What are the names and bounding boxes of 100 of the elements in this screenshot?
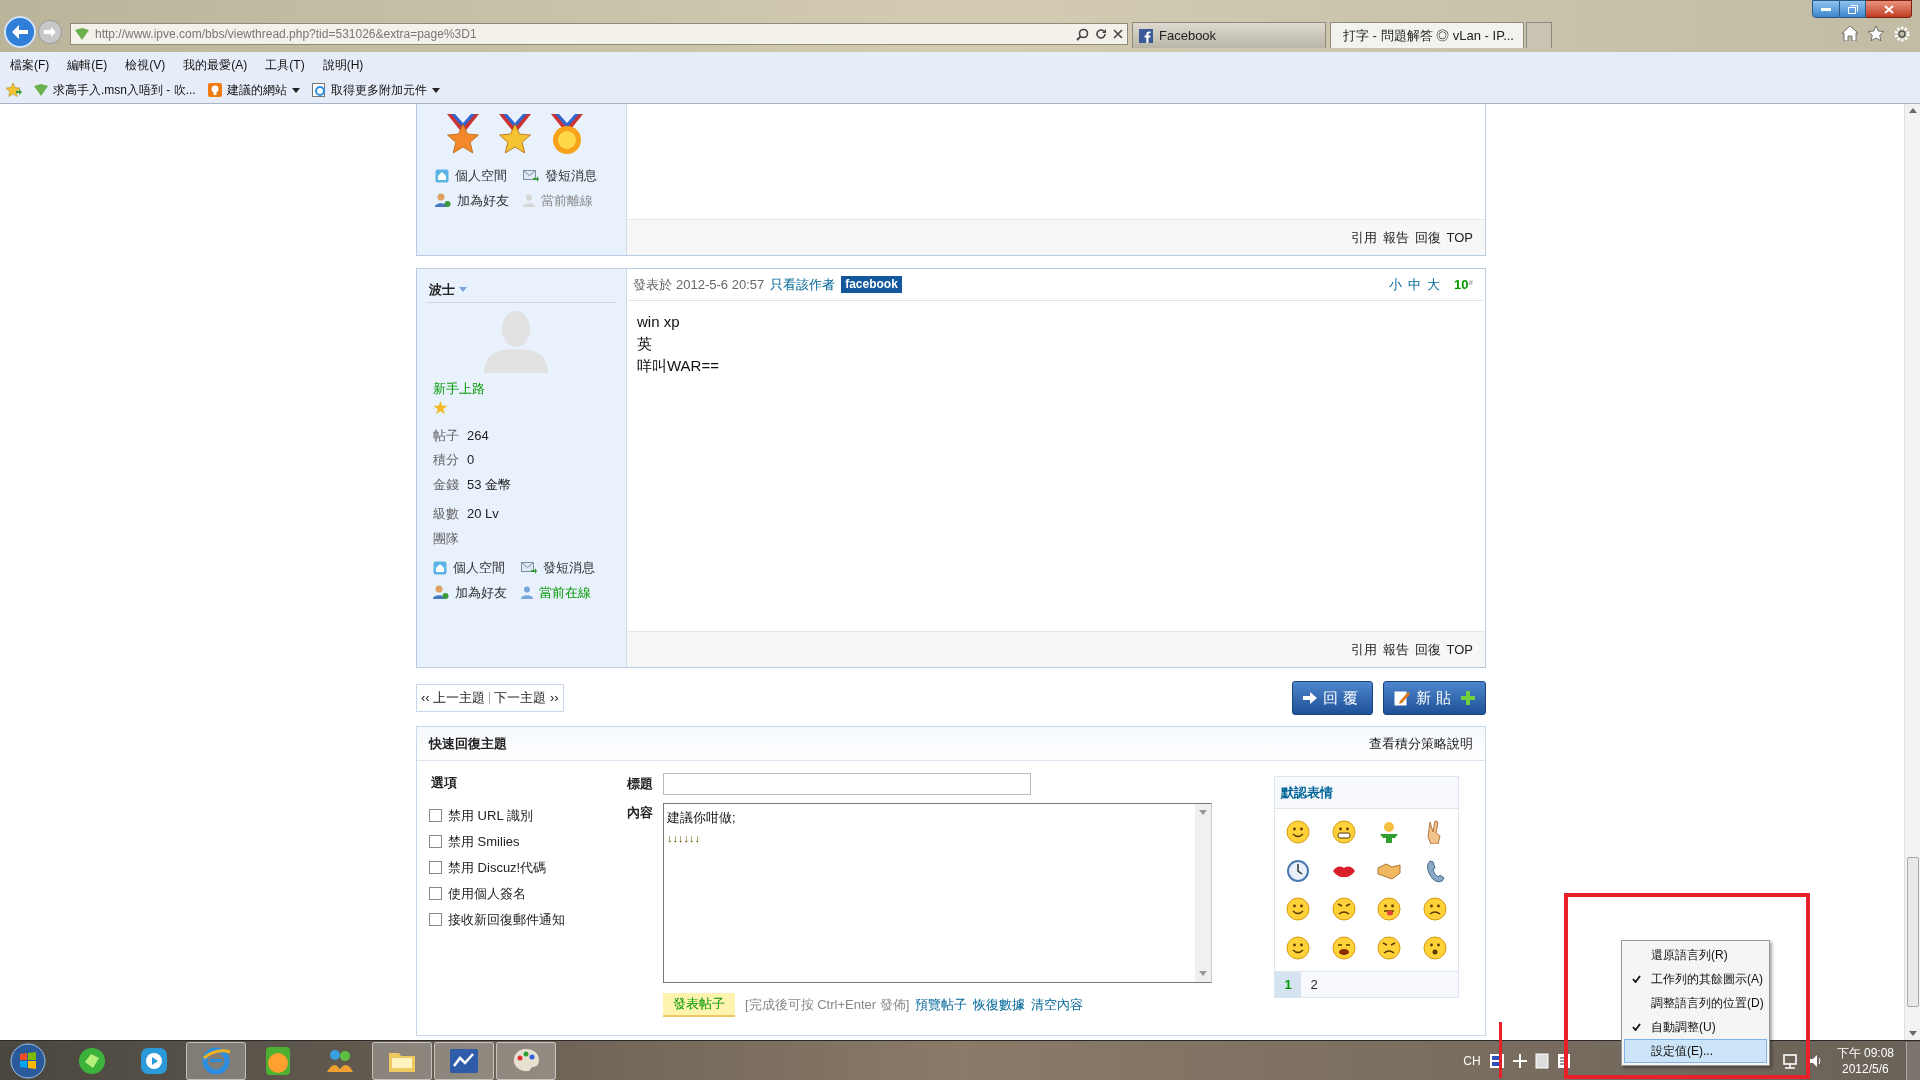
stat-label: 級數 bbox=[433, 505, 459, 523]
new-post-button[interactable]: 新貼 bbox=[1383, 681, 1486, 715]
content-field[interactable]: 建議你咁做; ↓↓↓↓↓↓ bbox=[663, 803, 1212, 983]
back-button[interactable] bbox=[4, 16, 36, 48]
scroll-thumb[interactable] bbox=[1906, 857, 1919, 1007]
submit-button[interactable]: 發表帖子 bbox=[663, 993, 735, 1017]
settings-icon[interactable] bbox=[1894, 26, 1910, 42]
context-menu-item[interactable]: 工作列的其餘圖示(A) bbox=[1624, 967, 1767, 991]
context-menu-item[interactable]: 自動調整(U) bbox=[1624, 1015, 1767, 1039]
font-size-link[interactable]: 大 bbox=[1427, 274, 1441, 295]
checkbox[interactable] bbox=[429, 887, 442, 900]
options-title: 選項 bbox=[430, 774, 458, 792]
plus-mark-icon[interactable] bbox=[1512, 1053, 1527, 1068]
next-thread-link[interactable]: 下一主題 ›› bbox=[494, 688, 559, 708]
smilies-title: 默認表情 bbox=[1281, 783, 1333, 802]
search-icon[interactable] bbox=[1076, 27, 1089, 41]
address-field[interactable]: http://www.ipve.com/bbs/viewthread.php?tid=531026&extra=page%3D1 bbox=[70, 23, 1128, 45]
star-icon[interactable] bbox=[1868, 26, 1884, 41]
font-size-link[interactable]: 中 bbox=[1408, 274, 1422, 295]
post-action-link[interactable]: TOP bbox=[1446, 227, 1473, 248]
menu-item[interactable]: 檢視(V) bbox=[125, 55, 166, 74]
menu-item[interactable]: 說明(H) bbox=[322, 55, 364, 74]
checkbox[interactable] bbox=[429, 835, 442, 848]
post-action-link[interactable]: 報告 bbox=[1382, 639, 1409, 660]
close-button[interactable] bbox=[1866, 0, 1912, 18]
message-link[interactable]: 發短消息 bbox=[543, 558, 595, 578]
profile-link[interactable]: 個人空間 bbox=[455, 166, 507, 186]
content-line: ↓↓↓↓↓↓ bbox=[667, 831, 701, 846]
add-friend-link[interactable]: 加為好友 bbox=[455, 582, 507, 602]
menu-item[interactable]: 檔案(F) bbox=[10, 55, 50, 74]
stat-label: 帖子 bbox=[433, 426, 459, 445]
font-size-link[interactable]: 小 bbox=[1389, 274, 1403, 295]
context-menu-item[interactable]: 設定值(E)... bbox=[1624, 1039, 1767, 1063]
message-link[interactable]: 發短消息 bbox=[545, 166, 597, 186]
subject-field[interactable] bbox=[663, 773, 1031, 795]
restore-button[interactable] bbox=[1840, 0, 1866, 18]
post-action-link[interactable]: 回復 bbox=[1414, 639, 1441, 660]
stat-label: 金錢 bbox=[433, 475, 459, 494]
network-icon[interactable] bbox=[1780, 1052, 1799, 1069]
orb-app-icon[interactable] bbox=[77, 1045, 107, 1076]
favorites-star-icon[interactable] bbox=[6, 82, 22, 98]
taskbar-button[interactable] bbox=[496, 1041, 556, 1080]
reply-button[interactable]: 回覆 bbox=[1292, 681, 1373, 715]
post-action-link[interactable]: TOP bbox=[1446, 639, 1473, 660]
browser-tab[interactable]: Facebook bbox=[1132, 22, 1326, 48]
checkbox[interactable] bbox=[429, 913, 442, 926]
favorites-item[interactable]: 建議的網站 bbox=[207, 81, 300, 99]
minimize-button[interactable] bbox=[1812, 0, 1840, 18]
forward-button[interactable] bbox=[38, 20, 62, 44]
form-link[interactable]: 清空內容 bbox=[1031, 995, 1084, 1015]
refresh-icon[interactable] bbox=[1095, 28, 1107, 40]
start-button[interactable] bbox=[8, 1041, 48, 1080]
profile-link[interactable]: 個人空間 bbox=[453, 558, 505, 578]
post-action-link[interactable]: 引用 bbox=[1350, 639, 1377, 660]
favorites-item[interactable]: 求高手入.msn入唔到 - 吹... bbox=[34, 81, 196, 99]
home-icon[interactable] bbox=[1842, 26, 1858, 41]
post-action-link[interactable]: 引用 bbox=[1350, 227, 1377, 248]
smiley-icon bbox=[1377, 897, 1402, 922]
page-link[interactable]: 2 bbox=[1301, 972, 1327, 997]
cartoon-app-icon[interactable] bbox=[263, 1045, 293, 1076]
checkbox[interactable] bbox=[429, 809, 442, 822]
author-name[interactable]: 波士 bbox=[429, 279, 455, 300]
taskbar-button[interactable] bbox=[186, 1041, 246, 1080]
context-menu-item[interactable]: 還原語言列(R) bbox=[1624, 943, 1767, 967]
taskbar-button[interactable] bbox=[434, 1041, 494, 1080]
form-link[interactable]: 恢復數據 bbox=[973, 995, 1026, 1015]
favorites-item[interactable]: 取得更多附加元件 bbox=[311, 81, 440, 99]
page-scrollbar[interactable] bbox=[1904, 104, 1920, 1040]
policy-link[interactable]: 查看積分策略說明 bbox=[1369, 733, 1473, 754]
document-icon[interactable] bbox=[1534, 1052, 1549, 1069]
smiley-icon bbox=[1285, 897, 1310, 922]
menu-item[interactable]: 編輯(E) bbox=[67, 55, 108, 74]
clock-date[interactable]: 2012/5/6 bbox=[1841, 1060, 1889, 1077]
add-friend-link[interactable]: 加為好友 bbox=[457, 190, 509, 210]
caret-icon bbox=[431, 87, 440, 93]
input-language[interactable]: CH bbox=[1463, 1051, 1481, 1070]
post-action-link[interactable]: 回復 bbox=[1414, 227, 1441, 248]
checkbox[interactable] bbox=[429, 861, 442, 874]
posted-label: 發表於 bbox=[633, 275, 672, 294]
stat-value: 53 金幣 bbox=[467, 475, 512, 494]
menu-item[interactable]: 我的最愛(A) bbox=[183, 55, 248, 74]
subject-label: 標題 bbox=[627, 775, 654, 794]
share-badge[interactable]: facebook bbox=[841, 276, 902, 293]
panel-title: 快速回復主題 bbox=[429, 734, 507, 753]
speaker-icon[interactable] bbox=[1808, 1053, 1823, 1068]
author-only-link[interactable]: 只看該作者 bbox=[770, 274, 836, 295]
close-icon[interactable] bbox=[1113, 29, 1123, 39]
context-menu-item[interactable]: 調整語言列的位置(D) bbox=[1624, 991, 1767, 1015]
media-player-icon[interactable] bbox=[139, 1045, 169, 1076]
prev-thread-link[interactable]: ‹‹ 上一主題 bbox=[421, 688, 486, 708]
menu-item[interactable]: 工具(T) bbox=[265, 55, 305, 74]
phone-icon bbox=[1424, 858, 1447, 883]
scrollbar[interactable] bbox=[1195, 804, 1211, 982]
arrow-icon bbox=[1303, 692, 1317, 704]
browser-tab[interactable]: 打字 - 問題解答 ◎ vLan - IP... bbox=[1330, 22, 1524, 48]
form-link[interactable]: 預覽帖子 bbox=[915, 995, 968, 1015]
show-desktop-button[interactable] bbox=[1906, 1041, 1920, 1080]
clock-time[interactable]: 下午 09:08 bbox=[1836, 1044, 1894, 1061]
post-action-link[interactable]: 報告 bbox=[1382, 227, 1409, 248]
taskbar-button[interactable] bbox=[372, 1041, 432, 1080]
